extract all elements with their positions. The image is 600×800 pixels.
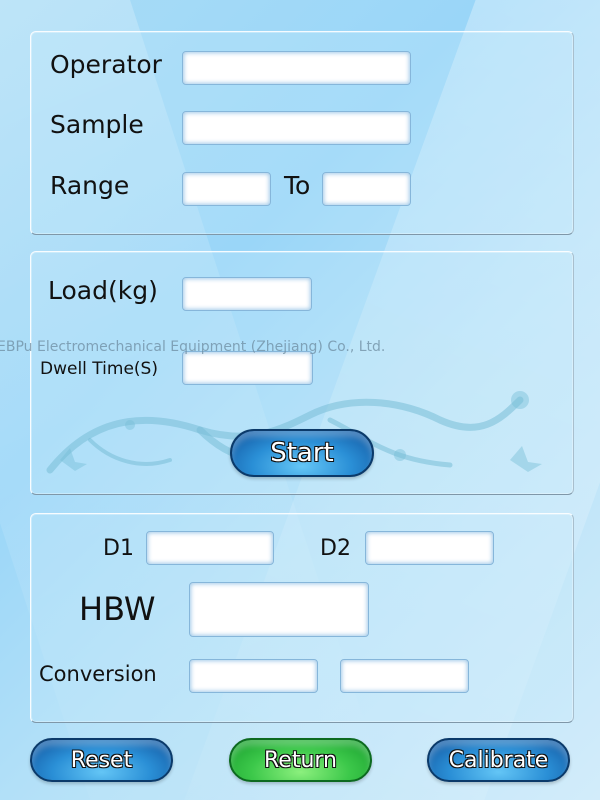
range-from-input[interactable] (182, 172, 271, 206)
load-label: Load(kg) (48, 276, 158, 305)
range-to-input[interactable] (322, 172, 411, 206)
conversion-label: Conversion (39, 662, 157, 686)
sample-input[interactable] (182, 111, 411, 145)
dwell-time-input[interactable] (182, 351, 313, 385)
sample-label: Sample (50, 110, 144, 139)
reset-button[interactable]: Reset (30, 738, 173, 782)
conversion-input-2[interactable] (340, 659, 469, 693)
hbw-label: HBW (79, 590, 156, 628)
return-button[interactable]: Return (229, 738, 372, 782)
d2-label: D2 (320, 536, 351, 561)
conversion-input-1[interactable] (189, 659, 318, 693)
range-label: Range (50, 171, 130, 200)
start-button[interactable]: Start (230, 429, 374, 477)
calibrate-button[interactable]: Calibrate (427, 738, 570, 782)
sample-info-panel: Operator Sample Range To (30, 31, 574, 235)
results-panel: D1 D2 HBW Conversion (30, 513, 574, 723)
d2-input[interactable] (365, 531, 494, 565)
load-input[interactable] (182, 277, 312, 311)
range-to-label: To (284, 171, 311, 200)
d1-input[interactable] (146, 531, 274, 565)
operator-label: Operator (50, 50, 162, 79)
dwell-time-label: Dwell Time(S) (40, 359, 158, 379)
operator-input[interactable] (182, 51, 411, 85)
hbw-display (189, 582, 369, 637)
company-watermark: EBPu Electromechanical Equipment (Zhejia… (0, 339, 386, 355)
d1-label: D1 (103, 536, 134, 561)
